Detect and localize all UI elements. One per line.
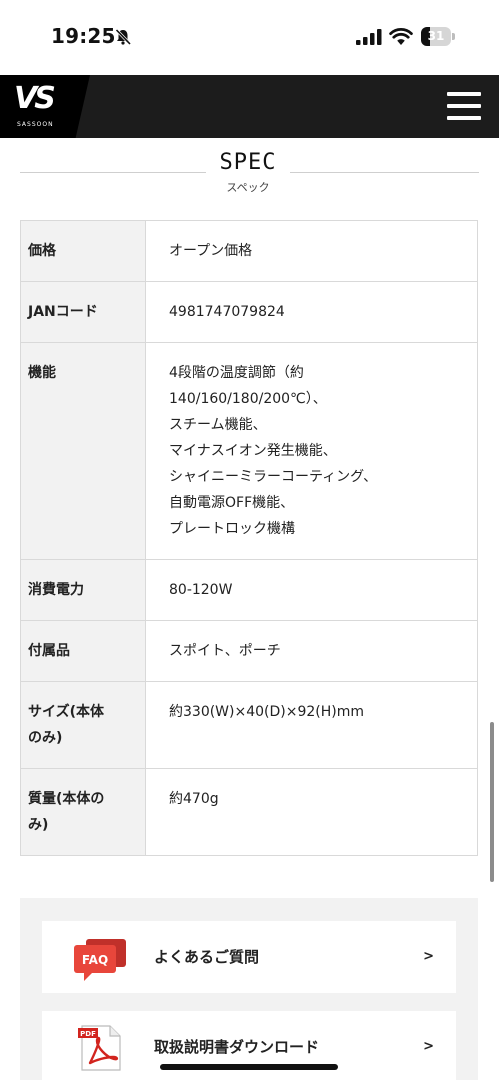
site-header: VS SASSOON <box>0 75 499 138</box>
spec-value-line: 自動電源OFF機能、 <box>169 495 295 511</box>
spec-row: JANコード 4981747079824 <box>20 281 478 343</box>
spec-value: 約470g <box>145 768 478 856</box>
hamburger-menu-icon[interactable] <box>447 92 481 120</box>
spec-value-line: 約330(W)×40(D)×92(H)mm <box>169 704 365 720</box>
spec-subtitle: スペック <box>226 181 270 194</box>
spec-table: 価格 オープン価格 JANコード 4981747079824 機能 4段階の温度調節（約 1… <box>20 220 478 856</box>
spec-label-line: 機能 <box>28 365 56 381</box>
chevron-right-icon: > <box>423 1039 434 1054</box>
spec-label: 価格 <box>20 220 146 282</box>
faq-icon: FAQ <box>74 939 126 981</box>
heading-divider-right <box>290 172 479 173</box>
pdf-icon-text: PDF <box>80 1030 96 1038</box>
spec-value-line: シャイニーミラーコーティング、 <box>169 469 378 485</box>
spec-label-line: み) <box>28 817 49 833</box>
home-indicator[interactable] <box>160 1064 338 1070</box>
spec-row: サイズ(本体 のみ) 約330(W)×40(D)×92(H)mm <box>20 681 478 769</box>
heading-divider-left <box>20 172 206 173</box>
bell-muted-icon <box>115 28 132 46</box>
spec-value: 80-120W <box>145 559 478 621</box>
spec-label: 機能 <box>20 342 146 560</box>
battery-level-text: 31 <box>427 29 445 43</box>
spec-value-line: オープン価格 <box>169 243 253 259</box>
spec-label-line: 付属品 <box>28 643 70 659</box>
spec-label: 付属品 <box>20 620 146 682</box>
spec-value-line: 4981747079824 <box>169 304 285 320</box>
spec-title: SPEC <box>219 150 277 175</box>
spec-label-line: 価格 <box>28 243 56 259</box>
spec-label: 消費電力 <box>20 559 146 621</box>
spec-value: 約330(W)×40(D)×92(H)mm <box>145 681 478 769</box>
spec-value: オープン価格 <box>145 220 478 282</box>
spec-row: 機能 4段階の温度調節（約 140/160/180/200℃）、 スチーム機能、マイナ… <box>20 342 478 560</box>
brand-logo[interactable]: VS SASSOON <box>0 75 90 138</box>
spec-label: JANコード <box>20 281 146 343</box>
cellular-signal-icon <box>356 29 382 45</box>
spec-row: 付属品 スポイト、ポーチ <box>20 620 478 682</box>
spec-heading: SPEC スペック <box>0 148 499 198</box>
faq-icon-text: FAQ <box>82 953 108 967</box>
spec-label-line: のみ) <box>28 730 63 746</box>
battery-cap <box>452 33 455 40</box>
spec-value-line: スチーム機能、 <box>169 417 267 433</box>
spec-value-line: スポイト、ポーチ <box>169 643 281 659</box>
chevron-right-icon: > <box>423 949 434 964</box>
status-bar: 19:25 31 <box>0 0 499 75</box>
logo-mark: VS <box>14 81 56 116</box>
spec-value-line: 140/160/180/200℃）、 <box>169 391 327 407</box>
spec-value: スポイト、ポーチ <box>145 620 478 682</box>
pdf-icon: PDF <box>78 1025 121 1071</box>
spec-label-line: 質量(本体の <box>28 791 105 807</box>
spec-value: 4981747079824 <box>145 281 478 343</box>
spec-label-line: サイズ(本体 <box>28 704 104 720</box>
spec-row: 消費電力 80-120W <box>20 559 478 621</box>
spec-row: 価格 オープン価格 <box>20 220 478 282</box>
spec-value-line: プレートロック機構 <box>169 521 295 537</box>
support-links-section: FAQ よくあるご質問 > PDF 取扱説明書ダウンロード > <box>20 898 478 1080</box>
battery-indicator: 31 <box>421 27 455 46</box>
logo-subtext: SASSOON <box>17 121 54 128</box>
spec-value-line: マイナスイオン発生機能、 <box>169 443 337 459</box>
spec-value: 4段階の温度調節（約 140/160/180/200℃）、 スチーム機能、マイナスイ… <box>145 342 478 560</box>
spec-row: 質量(本体の み) 約470g <box>20 768 478 856</box>
spec-value-line: 約470g <box>169 791 219 807</box>
faq-link-label: よくあるご質問 <box>154 948 260 966</box>
spec-label-line: 消費電力 <box>28 582 84 598</box>
faq-link[interactable]: FAQ よくあるご質問 > <box>42 921 456 993</box>
spec-value-line: 80-120W <box>169 582 233 598</box>
wifi-icon <box>389 28 413 45</box>
scrollbar-thumb[interactable] <box>490 722 494 882</box>
spec-label-line: JANコード <box>28 304 98 320</box>
spec-label: 質量(本体の み) <box>20 768 146 856</box>
spec-value-line: 4段階の温度調節（約 <box>169 365 304 381</box>
status-time: 19:25 <box>51 24 116 48</box>
spec-label: サイズ(本体 のみ) <box>20 681 146 769</box>
